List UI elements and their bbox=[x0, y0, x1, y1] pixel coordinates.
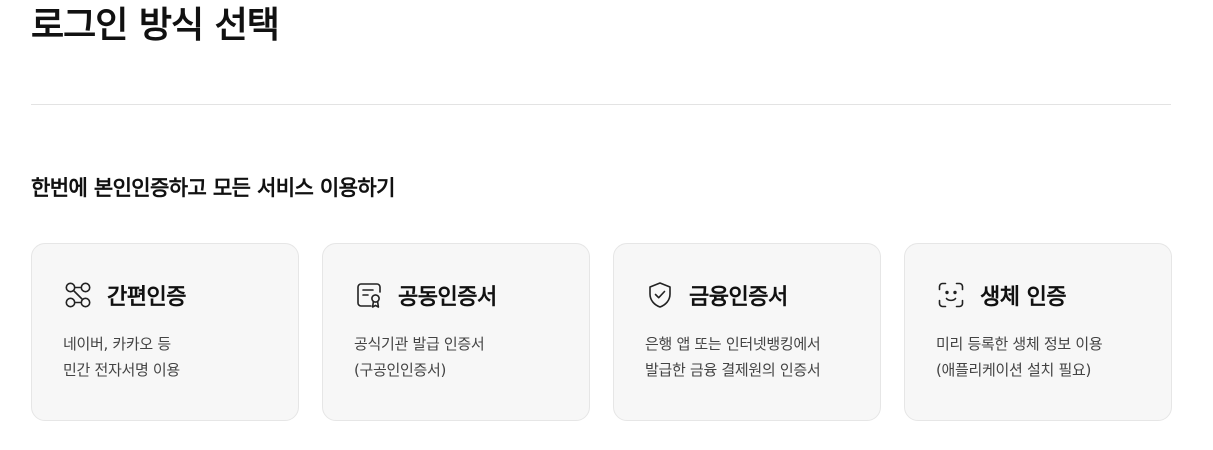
card-description: 공식기관 발급 인증서 (구공인인증서) bbox=[354, 331, 589, 383]
page-title: 로그인 방식 선택 bbox=[31, 5, 280, 46]
simple-auth-card[interactable]: 간편인증 네이버, 카카오 등 민간 전자서명 이용 bbox=[31, 243, 299, 421]
joint-certificate-card[interactable]: 공동인증서 공식기관 발급 인증서 (구공인인증서) bbox=[322, 243, 590, 421]
card-header: 공동인증서 bbox=[354, 279, 589, 311]
card-desc-line: 공식기관 발급 인증서 bbox=[354, 335, 485, 353]
login-method-page: 로그인 방식 선택 한번에 본인인증하고 모든 서비스 이용하기 간편인증 네이… bbox=[0, 0, 1213, 450]
certificate-icon bbox=[354, 280, 384, 310]
biometric-auth-card[interactable]: 생체 인증 미리 등록한 생체 정보 이용 (애플리케이션 설치 필요) bbox=[904, 243, 1172, 421]
card-desc-line: 미리 등록한 생체 정보 이용 bbox=[936, 335, 1103, 353]
card-desc-line: (애플리케이션 설치 필요) bbox=[936, 361, 1092, 379]
card-header: 간편인증 bbox=[63, 279, 298, 311]
card-header: 금융인증서 bbox=[645, 279, 880, 311]
card-desc-line: 네이버, 카카오 등 bbox=[63, 335, 171, 353]
card-desc-line: 민간 전자서명 이용 bbox=[63, 361, 180, 379]
card-title: 공동인증서 bbox=[398, 285, 497, 310]
card-description: 네이버, 카카오 등 민간 전자서명 이용 bbox=[63, 331, 298, 383]
card-desc-line: 발급한 금융 결제원의 인증서 bbox=[645, 361, 821, 379]
divider bbox=[31, 104, 1171, 105]
face-scan-icon bbox=[936, 280, 966, 310]
login-method-cards: 간편인증 네이버, 카카오 등 민간 전자서명 이용 공동인증서 공식기관 발급… bbox=[31, 243, 1172, 421]
link-nodes-icon bbox=[63, 280, 93, 310]
card-title: 간편인증 bbox=[107, 285, 186, 310]
financial-certificate-card[interactable]: 금융인증서 은행 앱 또는 인터넷뱅킹에서 발급한 금융 결제원의 인증서 bbox=[613, 243, 881, 421]
card-desc-line: (구공인인증서) bbox=[354, 361, 447, 379]
card-title: 생체 인증 bbox=[980, 285, 1067, 310]
card-header: 생체 인증 bbox=[936, 279, 1171, 311]
card-description: 미리 등록한 생체 정보 이용 (애플리케이션 설치 필요) bbox=[936, 331, 1171, 383]
card-desc-line: 은행 앱 또는 인터넷뱅킹에서 bbox=[645, 335, 821, 353]
card-description: 은행 앱 또는 인터넷뱅킹에서 발급한 금융 결제원의 인증서 bbox=[645, 331, 880, 383]
card-title: 금융인증서 bbox=[689, 285, 788, 310]
shield-check-icon bbox=[645, 280, 675, 310]
section-title: 한번에 본인인증하고 모든 서비스 이용하기 bbox=[31, 176, 395, 200]
